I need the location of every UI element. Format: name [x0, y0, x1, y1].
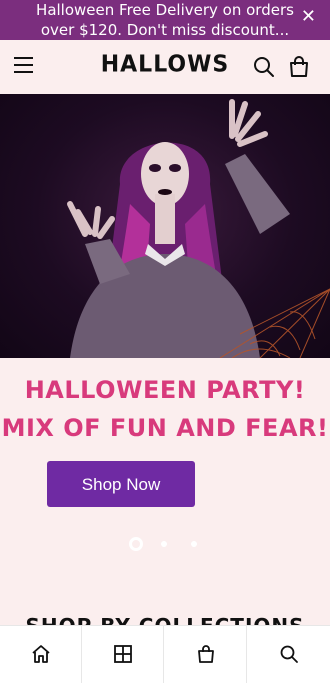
shopping-bag-icon [198, 645, 214, 663]
announcement-bar: Halloween Free Delivery on orders over $… [0, 0, 330, 40]
search-icon[interactable] [253, 56, 275, 78]
slide-dot[interactable] [191, 541, 197, 547]
slide-dot[interactable] [161, 541, 167, 547]
site-logo[interactable]: HALLOWS [100, 51, 230, 77]
bottom-navigation [0, 625, 330, 683]
nav-cart[interactable] [165, 626, 247, 683]
hero-image[interactable] [0, 94, 330, 358]
shop-now-button[interactable]: Shop Now [47, 461, 195, 507]
slider-pagination [0, 530, 330, 558]
slide-dot-active[interactable] [129, 537, 143, 551]
search-icon [280, 645, 298, 663]
site-header: HALLOWS [0, 40, 330, 94]
nav-home[interactable] [0, 626, 82, 683]
announcement-text: Halloween Free Delivery on orders over $… [36, 1, 294, 39]
home-icon [32, 645, 50, 663]
hero-headline-line2: MIX OF FUN AND FEAR! [1, 414, 329, 442]
nav-search[interactable] [248, 626, 330, 683]
nav-collections[interactable] [82, 626, 164, 683]
hero-illustration [67, 99, 330, 358]
close-icon[interactable]: ✕ [301, 7, 316, 27]
shopping-bag-icon[interactable] [288, 56, 310, 78]
hero-headline-line1: HALLOWEEN PARTY! [24, 376, 306, 404]
grid-icon [114, 645, 132, 663]
hamburger-menu-icon[interactable] [14, 57, 34, 75]
